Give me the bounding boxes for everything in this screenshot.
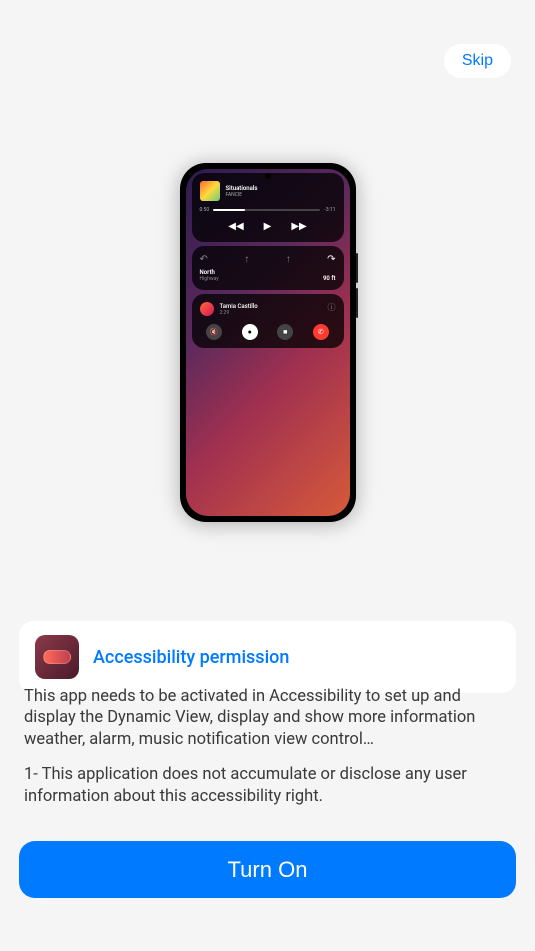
phone-volume-button <box>356 253 358 283</box>
permission-description: This app needs to be activated in Access… <box>24 686 511 821</box>
turn-on-button[interactable]: Turn On <box>19 841 516 898</box>
nav-up-icon-2: ↑ <box>286 254 291 265</box>
skip-button[interactable]: Skip <box>444 44 511 78</box>
nav-forward-icon: ↷ <box>327 254 335 265</box>
mute-icon: 🔇 <box>206 324 222 340</box>
permission-title: Accessibility permission <box>93 647 289 668</box>
phone-camera-notch <box>265 173 271 179</box>
app-icon-graphic <box>43 650 71 664</box>
forward-icon: ▶▶ <box>291 221 306 232</box>
mic-icon: ● <box>242 324 258 340</box>
music-info: Situationals FANCIE <box>226 185 336 198</box>
nav-sublocation: Highway <box>200 276 219 282</box>
music-artist: FANCIE <box>226 192 336 198</box>
app-icon <box>35 635 79 679</box>
call-header: Tamia Castillo 2:29 ⓘ <box>200 302 336 316</box>
music-header: Situationals FANCIE <box>200 181 336 201</box>
nav-back-icon: ↶ <box>200 254 208 265</box>
video-icon: ■ <box>277 324 293 340</box>
album-art <box>200 181 220 201</box>
music-title: Situationals <box>226 185 336 192</box>
info-icon: ⓘ <box>328 302 336 313</box>
description-paragraph-2: 1- This application does not accumulate … <box>24 764 511 807</box>
phone-screen: Situationals FANCIE 0:50 -3:11 ◀◀ ▶ ▶▶ <box>186 169 350 516</box>
rewind-icon: ◀◀ <box>228 221 243 232</box>
caller-time: 2:29 <box>220 310 258 316</box>
progress-fill <box>213 209 245 211</box>
call-widget: Tamia Castillo 2:29 ⓘ 🔇 ● ■ ✆ <box>192 294 344 348</box>
call-controls: 🔇 ● ■ ✆ <box>200 324 336 340</box>
permission-card: Accessibility permission <box>19 621 516 693</box>
nav-info: North Highway 90 ft <box>200 269 336 282</box>
time-current: 0:50 <box>200 207 210 213</box>
nav-location: North <box>200 269 219 276</box>
phone-frame: Situationals FANCIE 0:50 -3:11 ◀◀ ▶ ▶▶ <box>180 163 356 522</box>
navigation-widget: ↶ ↑ ↑ ↷ North Highway 90 ft <box>192 246 344 290</box>
nav-arrows: ↶ ↑ ↑ ↷ <box>200 254 336 265</box>
end-call-icon: ✆ <box>313 324 329 340</box>
description-paragraph-1: This app needs to be activated in Access… <box>24 686 511 750</box>
music-widget: Situationals FANCIE 0:50 -3:11 ◀◀ ▶ ▶▶ <box>192 173 344 242</box>
progress-bar <box>213 209 320 211</box>
play-icon: ▶ <box>264 221 272 232</box>
caller-name: Tamia Castillo <box>220 303 258 310</box>
nav-up-icon: ↑ <box>244 254 249 265</box>
music-controls: ◀◀ ▶ ▶▶ <box>200 219 336 234</box>
nav-distance: 90 ft <box>323 275 336 282</box>
time-remaining: -3:11 <box>324 207 335 213</box>
music-progress: 0:50 -3:11 <box>200 207 336 213</box>
caller-avatar <box>200 302 214 316</box>
phone-preview: Situationals FANCIE 0:50 -3:11 ◀◀ ▶ ▶▶ <box>180 163 356 522</box>
phone-power-button <box>356 288 358 318</box>
